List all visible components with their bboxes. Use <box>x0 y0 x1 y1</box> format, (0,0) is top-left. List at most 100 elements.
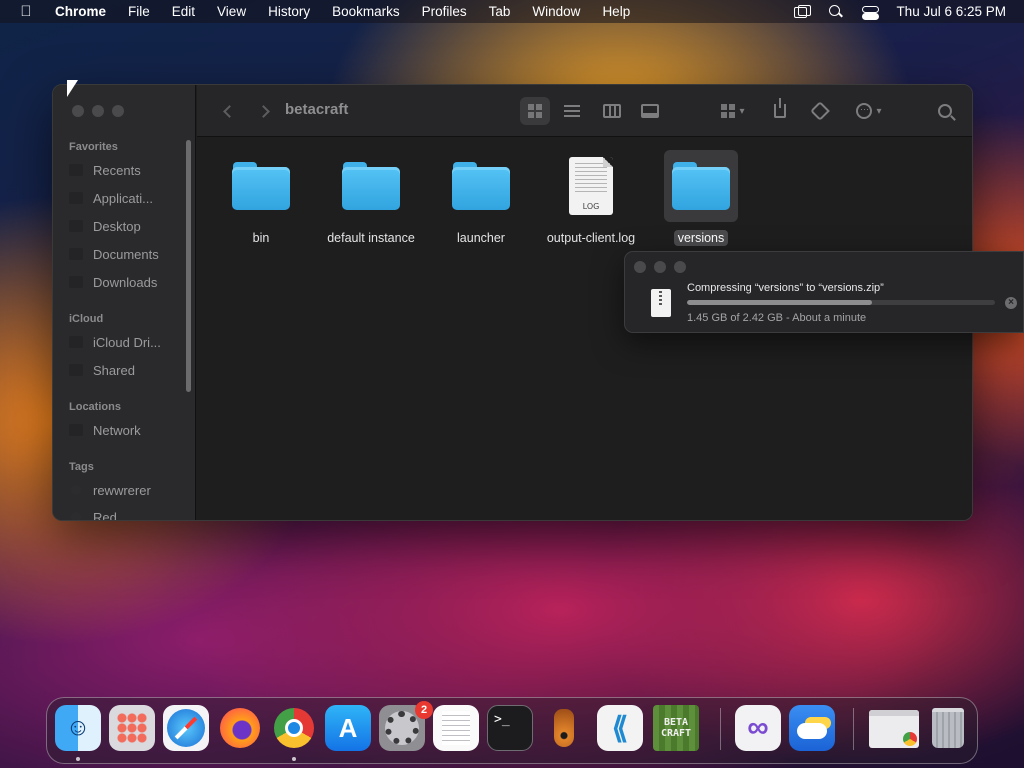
share-button[interactable] <box>770 98 790 123</box>
dock: ☺ A 2 >_ ⟪ BETA CRAFT ∞ <box>46 697 978 764</box>
menu-file[interactable]: File <box>117 0 161 23</box>
cloud-sun-icon <box>789 705 835 751</box>
cancel-compression-button[interactable]: × <box>1005 297 1017 309</box>
file-item-versions[interactable]: versions <box>646 150 756 246</box>
sidebar-scrollbar[interactable] <box>186 140 191 392</box>
sidebar-item-tag-red[interactable]: Red <box>69 505 117 520</box>
finder-toolbar: betacraft ▾ ⋯ ▾ <box>197 85 972 137</box>
menu-edit[interactable]: Edit <box>161 0 206 23</box>
dock-minimized-chrome-window[interactable] <box>869 710 919 748</box>
zoom-window-button[interactable] <box>112 105 124 117</box>
file-item-output-client-log[interactable]: LOG output-client.log <box>536 150 646 246</box>
dock-safari[interactable] <box>163 705 209 751</box>
window-controls <box>634 261 686 273</box>
zip-file-icon <box>651 289 671 317</box>
minimize-window-button[interactable] <box>654 261 666 273</box>
sidebar-item-shared[interactable]: Shared <box>69 358 135 382</box>
dock-terminal[interactable]: >_ <box>487 705 533 751</box>
file-item-launcher[interactable]: launcher <box>426 150 536 246</box>
sidebar-item-network[interactable]: Network <box>69 418 141 442</box>
sidebar-item-recents[interactable]: Recents <box>69 158 141 182</box>
sidebar-item-documents[interactable]: Documents <box>69 242 159 266</box>
menu-window[interactable]: Window <box>521 0 591 23</box>
progress-status: 1.45 GB of 2.42 GB - About a minute <box>687 312 867 324</box>
shared-folder-icon <box>69 364 83 376</box>
search-button[interactable] <box>935 99 955 123</box>
finder-face-icon: ☺ <box>65 714 91 741</box>
running-indicator <box>292 757 296 761</box>
document-icon <box>69 248 83 260</box>
sidebar-item-label: Applicati... <box>93 190 153 206</box>
sidebar-item-label: iCloud Dri... <box>93 334 161 350</box>
text-document-icon <box>433 705 479 751</box>
compression-progress-window: Compressing “versions” to “versions.zip”… <box>624 251 1024 333</box>
dock-firefox[interactable] <box>217 705 263 751</box>
control-center-icon[interactable] <box>862 5 880 20</box>
sidebar-item-applications[interactable]: Applicati... <box>69 186 153 210</box>
file-item-bin[interactable]: bin <box>206 150 316 246</box>
menu-tab[interactable]: Tab <box>478 0 522 23</box>
file-name: output-client.log <box>546 231 636 245</box>
menu-bookmarks[interactable]: Bookmarks <box>321 0 411 23</box>
sidebar-item-icloud-drive[interactable]: iCloud Dri... <box>69 330 161 354</box>
dock-chrome[interactable] <box>271 705 317 751</box>
screen-mirroring-icon[interactable] <box>794 4 812 19</box>
zoom-window-button[interactable] <box>674 261 686 273</box>
close-window-button[interactable] <box>634 261 646 273</box>
vscode-icon: ⟪ <box>611 711 629 745</box>
menu-help[interactable]: Help <box>591 0 641 23</box>
menu-bar:  Chrome File Edit View History Bookmark… <box>0 0 1024 23</box>
dock-launchpad[interactable] <box>109 705 155 751</box>
column-view-button[interactable] <box>597 97 627 125</box>
visual-studio-icon: ∞ <box>747 711 769 744</box>
apple-menu-icon[interactable]:  <box>8 3 44 20</box>
group-grid-icon <box>721 104 736 118</box>
dock-separator <box>853 708 854 750</box>
tags-button[interactable] <box>810 99 830 123</box>
dock-app-store[interactable]: A <box>325 705 371 751</box>
sidebar-item-downloads[interactable]: Downloads <box>69 270 157 294</box>
menu-clock[interactable]: Thu Jul 6 6:25 PM <box>896 4 1006 19</box>
dock-finder[interactable]: ☺ <box>55 705 101 751</box>
share-icon <box>774 98 786 118</box>
gallery-view-button[interactable] <box>635 97 665 125</box>
sidebar-item-label: rewwrerer <box>93 482 151 498</box>
list-view-button[interactable] <box>557 97 587 125</box>
close-window-button[interactable] <box>72 105 84 117</box>
chevron-right-icon <box>256 104 270 118</box>
menu-view[interactable]: View <box>206 0 257 23</box>
dock-visual-studio[interactable]: ∞ <box>735 705 781 751</box>
file-name: default instance <box>327 231 415 245</box>
sidebar-item-tag-rewwrerer[interactable]: rewwrerer <box>69 478 151 502</box>
forward-button[interactable] <box>253 99 273 123</box>
dock-vscode[interactable]: ⟪ <box>597 705 643 751</box>
dock-betacraft[interactable]: BETA CRAFT <box>653 705 699 751</box>
group-by-button[interactable]: ▾ <box>715 99 751 123</box>
sidebar-section-locations: Locations <box>69 401 121 413</box>
menu-profiles[interactable]: Profiles <box>411 0 478 23</box>
minimize-window-button[interactable] <box>92 105 104 117</box>
dock-trash[interactable] <box>925 705 971 751</box>
file-item-default-instance[interactable]: default instance <box>316 150 426 246</box>
sidebar-item-label: Recents <box>93 162 141 178</box>
search-icon <box>938 104 952 118</box>
dock-textedit[interactable] <box>433 705 479 751</box>
log-file-icon: LOG <box>569 157 613 215</box>
menu-app-name[interactable]: Chrome <box>44 0 117 23</box>
tag-icon <box>810 101 830 121</box>
sidebar-item-desktop[interactable]: Desktop <box>69 214 141 238</box>
grid-icon <box>528 104 542 118</box>
guitar-icon <box>541 705 587 751</box>
icon-view-button[interactable] <box>520 97 550 125</box>
spotlight-search-icon[interactable] <box>828 4 844 19</box>
network-icon <box>69 424 83 436</box>
sidebar-item-label: Desktop <box>93 218 141 234</box>
dock-garageband[interactable] <box>541 705 587 751</box>
chevron-down-icon: ▾ <box>739 105 745 117</box>
folder-icon <box>342 162 400 210</box>
menu-history[interactable]: History <box>257 0 321 23</box>
dock-weather[interactable] <box>789 705 835 751</box>
more-actions-button[interactable]: ⋯ ▾ <box>851 99 887 123</box>
back-button[interactable] <box>219 99 239 123</box>
chevron-down-icon: ▾ <box>876 105 882 117</box>
